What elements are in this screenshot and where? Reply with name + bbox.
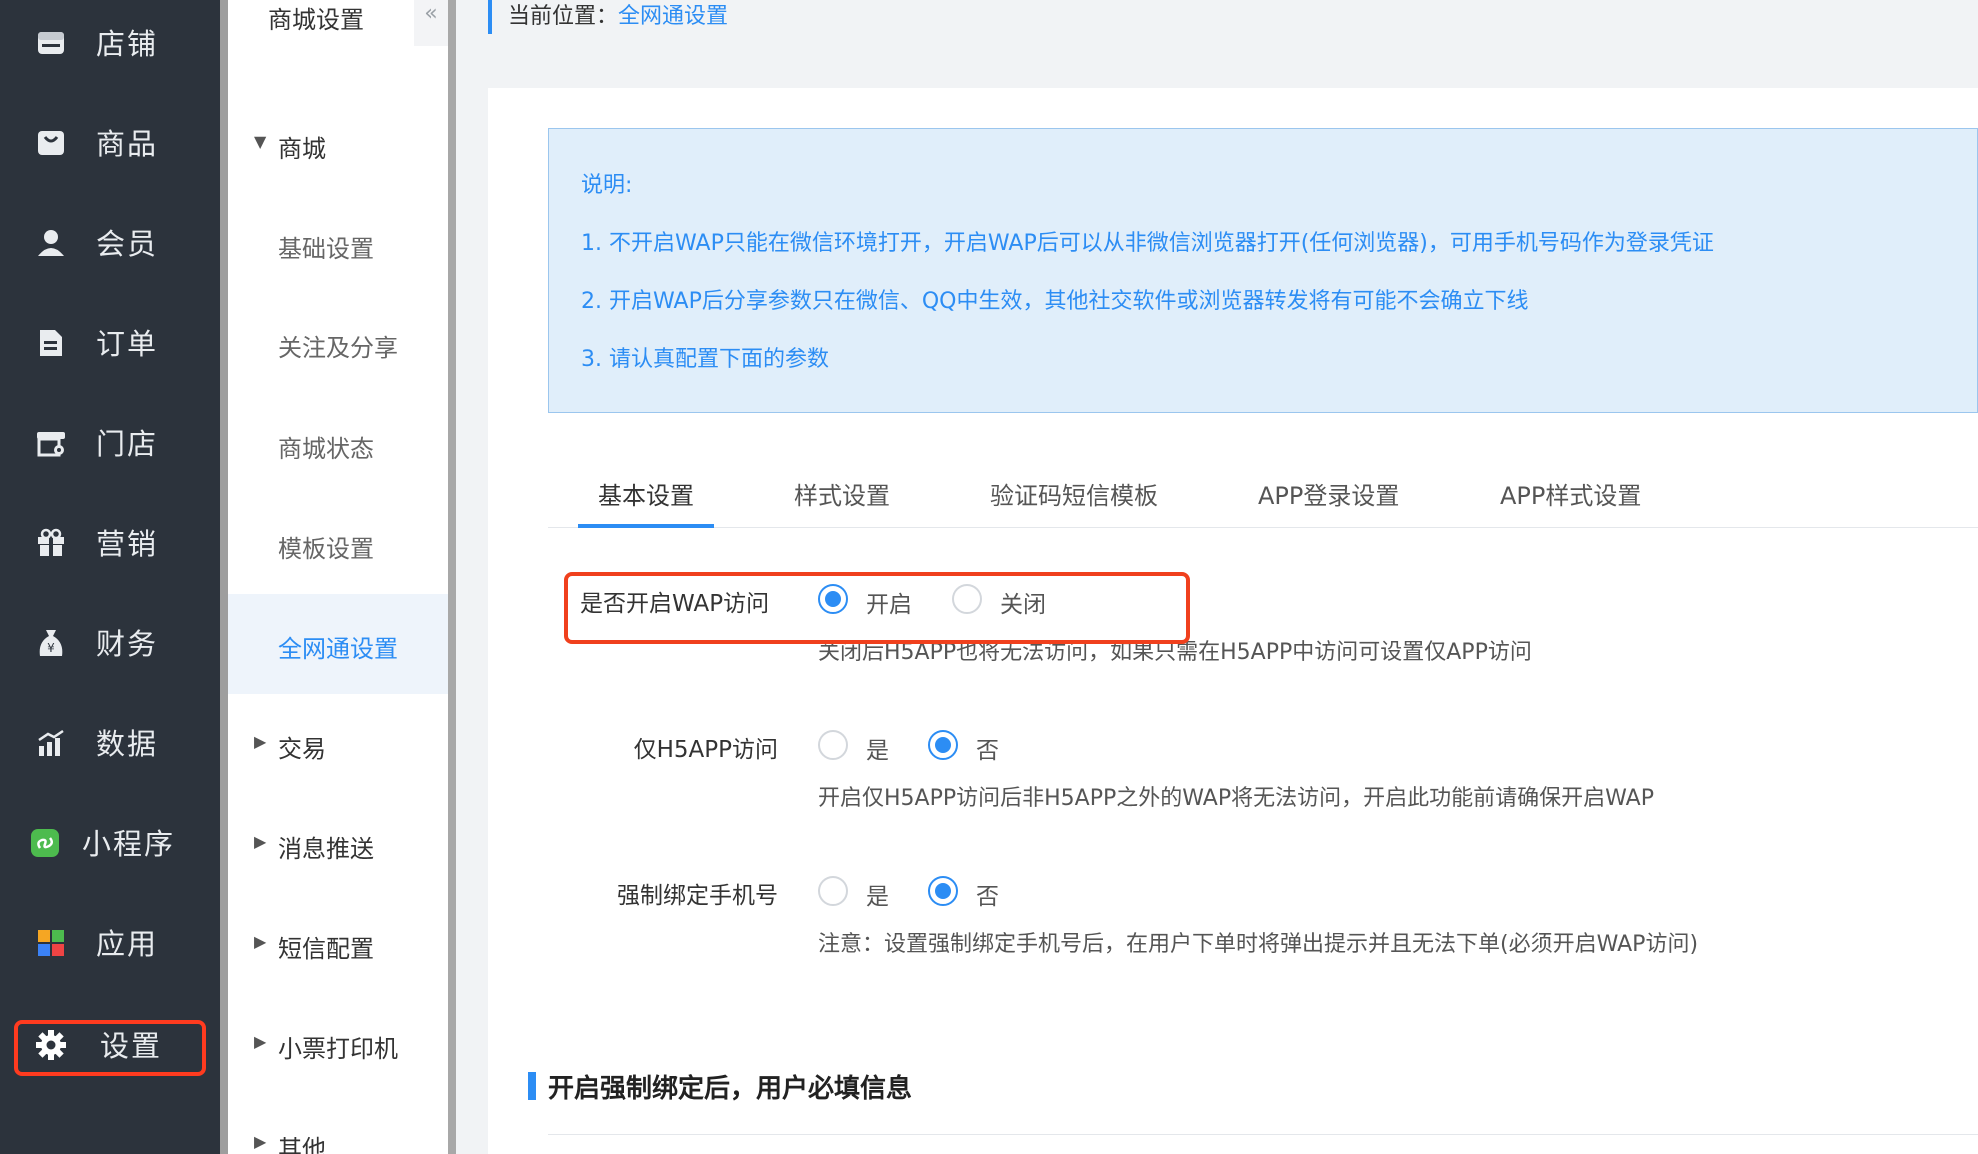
nav-item-store[interactable]: 店铺 <box>0 0 220 94</box>
submenu-title: 商城设置 <box>268 6 364 34</box>
notice-line-2: 2. 开启WAP后分享参数只在微信、QQ中生效，其他社交软件或浏览器转发将有可能… <box>581 289 1529 314</box>
nav-item-stores[interactable]: 门店 <box>0 394 220 494</box>
submenu-item-mall-status[interactable]: 商城状态 <box>228 394 448 494</box>
caret-down-icon: ▼ <box>254 132 267 151</box>
bindphone-label: 强制绑定手机号 <box>617 883 778 909</box>
submenu-group-sms[interactable]: ▶ 短信配置 <box>228 894 448 994</box>
notice-line-3: 3. 请认真配置下面的参数 <box>581 347 829 372</box>
caret-right-icon: ▶ <box>254 932 267 951</box>
bindphone-yes-label[interactable]: 是 <box>866 877 889 911</box>
apps-icon <box>36 928 66 958</box>
caret-right-icon: ▶ <box>254 732 267 751</box>
section-accent-bar <box>528 1072 536 1100</box>
notice-line-1: 1. 不开启WAP只能在微信环境打开，开启WAP后可以从非微信浏览器打开(任何浏… <box>581 231 1714 256</box>
notice-heading: 说明: <box>581 173 633 198</box>
settings-tabs: 基本设置 样式设置 验证码短信模板 APP登录设置 APP样式设置 <box>548 460 1978 528</box>
main-sidebar: 店铺 商品 会员 订单 门店 营销 ¥ 财务 数据 小程序 应用 设置 <box>0 0 220 1154</box>
money-bag-icon: ¥ <box>36 628 66 658</box>
main-sidebar-scrollbar[interactable] <box>220 0 228 1154</box>
h5only-label: 仅H5APP访问 <box>633 737 778 763</box>
bindphone-no-label[interactable]: 否 <box>976 877 999 911</box>
mini-program-icon <box>30 828 60 858</box>
submenu-group-trade[interactable]: ▶ 交易 <box>228 694 448 794</box>
nav-item-orders[interactable]: 订单 <box>0 294 220 394</box>
settings-highlight-box <box>14 1020 206 1076</box>
h5only-yes-label[interactable]: 是 <box>866 731 889 765</box>
h5only-no-radio[interactable] <box>928 730 958 760</box>
wap-highlight-box <box>564 572 1190 644</box>
section-divider <box>548 1134 1978 1135</box>
shop-settings-icon <box>36 428 66 458</box>
submenu-group-push[interactable]: ▶ 消息推送 <box>228 794 448 894</box>
h5only-no-label[interactable]: 否 <box>976 731 999 765</box>
tab-basic[interactable]: 基本设置 <box>598 476 694 511</box>
notice-box: 说明: 1. 不开启WAP只能在微信环境打开，开启WAP后可以从非微信浏览器打开… <box>548 128 1978 413</box>
nav-item-data[interactable]: 数据 <box>0 694 220 794</box>
nav-item-members[interactable]: 会员 <box>0 194 220 294</box>
submenu-item-omnichannel[interactable]: 全网通设置 <box>228 594 448 694</box>
submenu-item-follow-share[interactable]: 关注及分享 <box>228 293 448 393</box>
submenu-group-other[interactable]: ▶ 其他 <box>228 1094 448 1154</box>
h5only-yes-radio[interactable] <box>818 730 848 760</box>
bag-icon <box>36 128 66 158</box>
user-icon <box>36 228 66 258</box>
bindphone-yes-radio[interactable] <box>818 876 848 906</box>
breadcrumb-prefix: 当前位置： <box>508 4 619 29</box>
submenu-item-basic[interactable]: 基础设置 <box>228 194 448 294</box>
tab-sms-template[interactable]: 验证码短信模板 <box>990 476 1158 511</box>
nav-item-finance[interactable]: ¥ 财务 <box>0 594 220 694</box>
store-icon <box>36 28 66 58</box>
bindphone-help-text: 注意：设置强制绑定手机号后，在用户下单时将弹出提示并且无法下单(必须开启WAP访… <box>818 932 1699 957</box>
submenu-item-template[interactable]: 模板设置 <box>228 494 448 594</box>
nav-item-marketing[interactable]: 营销 <box>0 494 220 594</box>
caret-right-icon: ▶ <box>254 1032 267 1051</box>
h5only-help-text: 开启仅H5APP访问后非H5APP之外的WAP将无法访问，开启此功能前请确保开启… <box>818 786 1654 811</box>
section-title: 开启强制绑定后，用户必填信息 <box>548 1074 913 1104</box>
tab-style[interactable]: 样式设置 <box>794 476 890 511</box>
document-icon <box>36 328 66 358</box>
nav-item-miniprogram[interactable]: 小程序 <box>0 794 220 894</box>
caret-right-icon: ▶ <box>254 1132 267 1151</box>
tab-app-style[interactable]: APP样式设置 <box>1500 476 1641 511</box>
bindphone-no-radio[interactable] <box>928 876 958 906</box>
caret-right-icon: ▶ <box>254 832 267 851</box>
submenu-scrollbar[interactable] <box>448 0 456 1154</box>
active-tab-indicator <box>578 524 714 528</box>
nav-item-goods[interactable]: 商品 <box>0 94 220 194</box>
chart-icon <box>36 728 66 758</box>
submenu-group-mall[interactable]: ▼ 商城 <box>228 94 448 194</box>
breadcrumb-current[interactable]: 全网通设置 <box>618 4 728 29</box>
gift-icon <box>36 528 66 558</box>
double-chevron-left-icon: « <box>424 1 438 26</box>
nav-item-apps[interactable]: 应用 <box>0 894 220 994</box>
collapse-menu-button[interactable]: « <box>414 0 448 46</box>
svg-text:¥: ¥ <box>47 641 55 655</box>
tab-app-login[interactable]: APP登录设置 <box>1258 476 1399 511</box>
submenu-group-printer[interactable]: ▶ 小票打印机 <box>228 994 448 1094</box>
breadcrumb: 当前位置：全网通设置 <box>488 0 728 34</box>
